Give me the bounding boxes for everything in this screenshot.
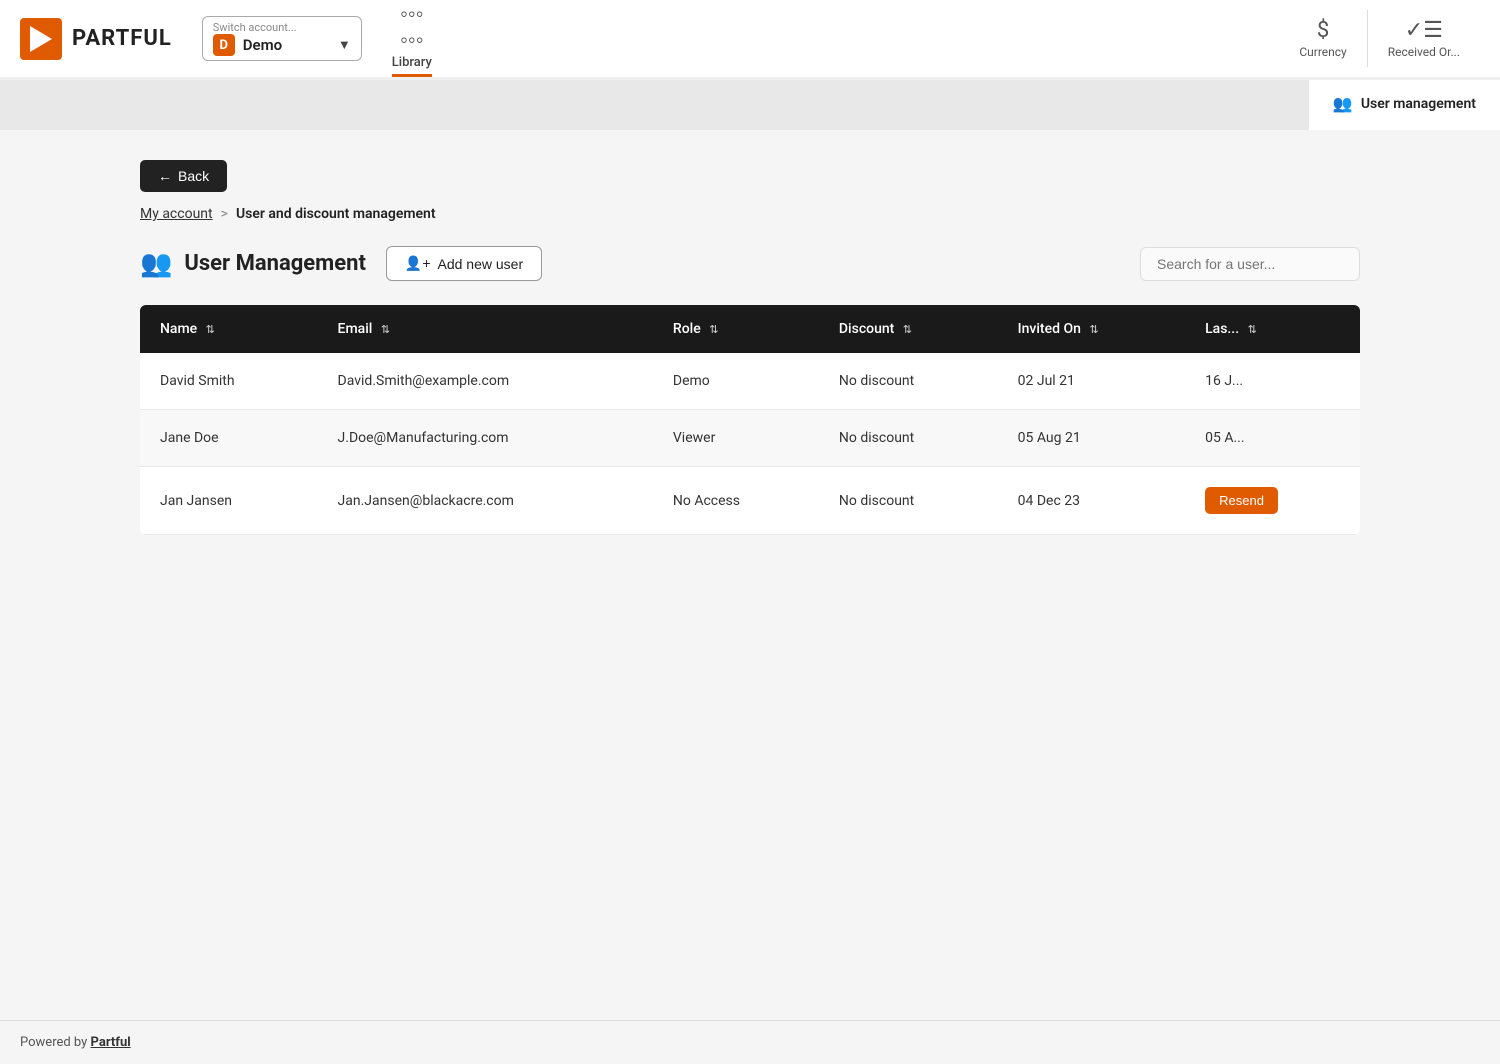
cell-role: Viewer: [653, 410, 819, 467]
column-header-invited-on[interactable]: Invited On ⇅: [998, 305, 1185, 353]
search-area: [1140, 247, 1360, 281]
table-header: Name ⇅ Email ⇅ Role ⇅ Discount ⇅ Invited…: [140, 305, 1360, 353]
footer: Powered by Partful: [0, 1020, 1500, 1064]
invited-on-sort-icon: ⇅: [1089, 323, 1098, 336]
breadcrumb-separator: >: [221, 206, 228, 222]
account-badge: D: [213, 34, 235, 56]
column-header-email[interactable]: Email ⇅: [318, 305, 653, 353]
email-sort-icon: ⇅: [381, 323, 390, 336]
breadcrumb-my-account[interactable]: My account: [140, 206, 213, 222]
page-title-area: 👥 User Management: [140, 249, 366, 279]
logo-area: PARTFUL: [20, 18, 172, 60]
column-last-label: Las...: [1205, 321, 1239, 337]
account-row: D Demo ▼: [213, 34, 351, 56]
partful-logo-icon: [20, 18, 62, 60]
cell-role: No Access: [653, 467, 819, 535]
table-row: Jan JansenJan.Jansen@blackacre.comNo Acc…: [140, 467, 1360, 535]
column-discount-label: Discount: [839, 321, 894, 337]
user-management-tab-label: User management: [1361, 96, 1476, 112]
column-name-label: Name: [160, 321, 197, 337]
cell-discount: No discount: [819, 467, 998, 535]
column-header-last[interactable]: Las... ⇅: [1185, 305, 1360, 353]
received-orders-label: Received Or...: [1388, 45, 1460, 59]
received-orders-icon: ✓☰: [1405, 18, 1443, 43]
cell-name: Jane Doe: [140, 410, 318, 467]
role-sort-icon: ⇅: [709, 323, 718, 336]
column-header-name[interactable]: Name ⇅: [140, 305, 318, 353]
app-logo-text: PARTFUL: [72, 26, 172, 51]
received-orders-nav-item[interactable]: ✓☰ Received Or...: [1368, 10, 1480, 67]
user-table: Name ⇅ Email ⇅ Role ⇅ Discount ⇅ Invited…: [140, 305, 1360, 535]
add-new-user-label: Add new user: [438, 256, 524, 272]
page-title: User Management: [184, 251, 366, 276]
switch-account-label: Switch account...: [213, 21, 351, 34]
cell-role: Demo: [653, 353, 819, 410]
cell-invited_on: 05 Aug 21: [998, 410, 1185, 467]
cell-invited_on: 04 Dec 23: [998, 467, 1185, 535]
column-email-label: Email: [338, 321, 373, 337]
cell-email: J.Doe@Manufacturing.com: [318, 410, 653, 467]
user-management-tab[interactable]: 👥 User management: [1309, 80, 1500, 130]
user-management-page-icon: 👥: [140, 249, 172, 279]
currency-icon: $: [1317, 18, 1329, 43]
table-body: David SmithDavid.Smith@example.comDemoNo…: [140, 353, 1360, 535]
footer-text: Powered by: [20, 1035, 91, 1050]
chevron-down-icon: ▼: [338, 37, 351, 53]
add-new-user-button[interactable]: 👤+ Add new user: [386, 246, 542, 281]
currency-nav-item[interactable]: $ Currency: [1279, 10, 1367, 67]
column-header-discount[interactable]: Discount ⇅: [819, 305, 998, 353]
name-sort-icon: ⇅: [206, 323, 215, 336]
library-label: Library: [392, 55, 432, 70]
table-row: David SmithDavid.Smith@example.comDemoNo…: [140, 353, 1360, 410]
search-input[interactable]: [1140, 247, 1360, 281]
breadcrumb-current-page: User and discount management: [236, 206, 436, 222]
nav-right-actions: $ Currency ✓☰ Received Or...: [1279, 10, 1480, 67]
cell-name: David Smith: [140, 353, 318, 410]
cell-last: Resend: [1185, 467, 1360, 535]
account-name: Demo: [243, 36, 330, 54]
page-header: 👥 User Management 👤+ Add new user: [140, 246, 1360, 281]
account-switcher[interactable]: Switch account... D Demo ▼: [202, 16, 362, 61]
table-row: Jane DoeJ.Doe@Manufacturing.comViewerNo …: [140, 410, 1360, 467]
cell-last: 16 J...: [1185, 353, 1360, 410]
column-role-label: Role: [673, 321, 701, 337]
discount-sort-icon: ⇅: [903, 323, 912, 336]
cell-invited_on: 02 Jul 21: [998, 353, 1185, 410]
user-management-icon: 👥: [1333, 94, 1353, 113]
main-content: ← Back My account > User and discount ma…: [0, 130, 1500, 575]
currency-label: Currency: [1299, 45, 1346, 59]
column-header-role[interactable]: Role ⇅: [653, 305, 819, 353]
footer-partful-link[interactable]: Partful: [91, 1035, 131, 1050]
cell-last: 05 A...: [1185, 410, 1360, 467]
column-invited-on-label: Invited On: [1018, 321, 1081, 337]
back-button-label: Back: [178, 168, 209, 184]
back-button[interactable]: ← Back: [140, 160, 227, 192]
cell-name: Jan Jansen: [140, 467, 318, 535]
library-tab[interactable]: ◦◦◦◦◦◦ Library: [392, 1, 432, 77]
top-navigation: PARTFUL Switch account... D Demo ▼ ◦◦◦◦◦…: [0, 0, 1500, 80]
resend-button[interactable]: Resend: [1205, 487, 1278, 514]
last-sort-icon: ⇅: [1248, 323, 1257, 336]
library-icon: ◦◦◦◦◦◦: [400, 1, 423, 53]
breadcrumb: My account > User and discount managemen…: [140, 206, 1360, 222]
secondary-navigation: 👥 User management: [0, 80, 1500, 130]
add-user-icon: 👤+: [405, 255, 431, 272]
back-arrow-icon: ←: [158, 168, 172, 184]
cell-email: Jan.Jansen@blackacre.com: [318, 467, 653, 535]
cell-discount: No discount: [819, 353, 998, 410]
cell-discount: No discount: [819, 410, 998, 467]
cell-email: David.Smith@example.com: [318, 353, 653, 410]
